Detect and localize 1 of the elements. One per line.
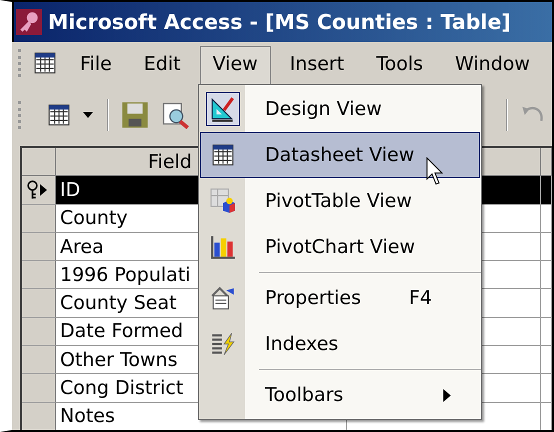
window-title: Microsoft Access - [MS Counties : Table] <box>48 10 511 34</box>
